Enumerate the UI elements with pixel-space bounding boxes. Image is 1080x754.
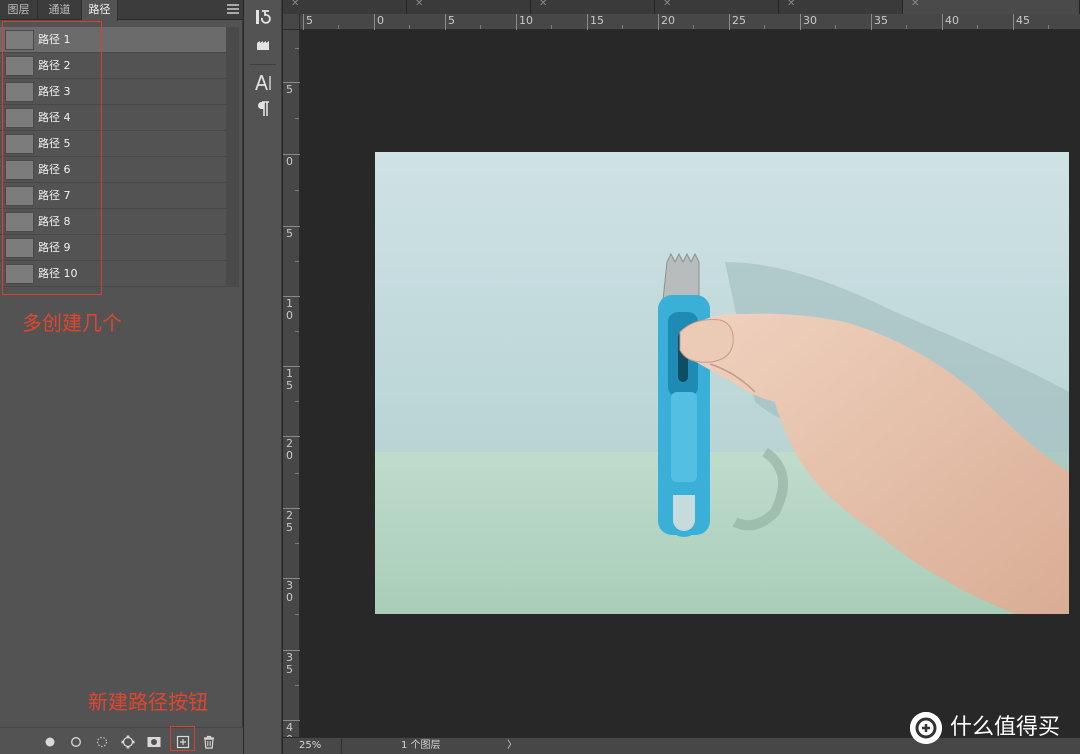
ruler-label: 15 xyxy=(590,14,604,27)
ruler-label: 10 xyxy=(519,14,533,27)
ruler-label: 5 xyxy=(286,83,293,96)
load-selection-icon[interactable] xyxy=(94,734,110,750)
ruler-label: 10 xyxy=(286,297,293,322)
document-tab-bar: ✕ ✕ ✕ ✕ ✕ ✕ xyxy=(283,0,1080,14)
watermark-text: 什么值得买 xyxy=(950,715,1061,740)
ruler-label: 40 xyxy=(945,14,959,27)
panel-scrollbar[interactable] xyxy=(226,27,239,287)
ruler-label: 25 xyxy=(286,509,293,534)
vertical-ruler[interactable]: 5 0 5 10 15 20 25 30 35 40 xyxy=(283,30,300,746)
ruler-label: 30 xyxy=(286,579,293,604)
ruler-label: 0 xyxy=(286,155,293,168)
ruler-label: 5 xyxy=(286,227,293,240)
watermark: 什么值得买 xyxy=(910,708,1080,748)
ruler-label: 15 xyxy=(286,367,293,392)
make-workpath-icon[interactable] xyxy=(120,734,136,750)
paragraph-icon[interactable] xyxy=(252,98,274,120)
fill-path-icon[interactable] xyxy=(42,734,58,750)
paths-panel: 图层 通道 路径 路径 1 路径 2 路径 3 路径 4 路径 5 路径 6 路… xyxy=(0,0,243,754)
status-arrow-icon[interactable]: 〉 xyxy=(507,738,517,754)
character-icon[interactable] xyxy=(252,72,274,94)
panel-tab-bar: 图层 通道 路径 xyxy=(0,0,243,21)
annotation-create-more: 多创建几个 xyxy=(22,311,122,335)
tab-channels[interactable]: 通道 xyxy=(38,0,82,20)
ruler-label: 25 xyxy=(732,14,746,27)
ruler-label: 5 xyxy=(448,14,455,27)
delete-path-icon[interactable] xyxy=(201,734,217,750)
stroke-path-icon[interactable] xyxy=(68,734,84,750)
document-tab[interactable]: ✕ xyxy=(283,0,407,14)
add-mask-icon[interactable] xyxy=(146,734,162,750)
tool-presets-icon[interactable] xyxy=(252,34,274,56)
panel-menu-icon[interactable] xyxy=(227,4,239,15)
product-photo[interactable] xyxy=(375,152,1069,614)
smzdm-logo-icon xyxy=(910,712,942,744)
layer-count: 1 个图层 xyxy=(401,740,441,751)
document-tab[interactable]: ✕ xyxy=(655,0,779,14)
panel-bottom-toolbar xyxy=(0,727,243,754)
tool-separator xyxy=(250,64,276,65)
ruler-corner[interactable] xyxy=(283,14,300,30)
ruler-label: 35 xyxy=(286,651,293,676)
annotation-box-paths xyxy=(2,21,102,295)
history-icon[interactable] xyxy=(252,6,274,28)
tab-layers[interactable]: 图层 xyxy=(0,0,38,20)
ruler-label: 5 xyxy=(306,14,313,27)
photoshop-window: 图层 通道 路径 路径 1 路径 2 路径 3 路径 4 路径 5 路径 6 路… xyxy=(0,0,1080,754)
document-tab-active[interactable]: ✕ xyxy=(903,0,1080,14)
ruler-label: 30 xyxy=(803,14,817,27)
ruler-label: 35 xyxy=(874,14,888,27)
zoom-level[interactable]: 25% xyxy=(299,738,321,754)
ruler-label: 45 xyxy=(1016,14,1030,27)
document-tab[interactable]: ✕ xyxy=(531,0,655,14)
tab-paths[interactable]: 路径 xyxy=(82,0,118,21)
tool-column xyxy=(244,0,282,754)
ruler-label: 0 xyxy=(377,14,384,27)
horizontal-ruler[interactable]: 5 0 5 10 15 20 25 30 35 40 45 xyxy=(300,14,1080,30)
ruler-label: 20 xyxy=(286,437,293,462)
ruler-label: 20 xyxy=(661,14,675,27)
document-tab[interactable]: ✕ xyxy=(407,0,531,14)
annotation-box-new-path xyxy=(170,726,195,751)
document-tab[interactable]: ✕ xyxy=(779,0,903,14)
annotation-new-path-button: 新建路径按钮 xyxy=(88,690,208,714)
